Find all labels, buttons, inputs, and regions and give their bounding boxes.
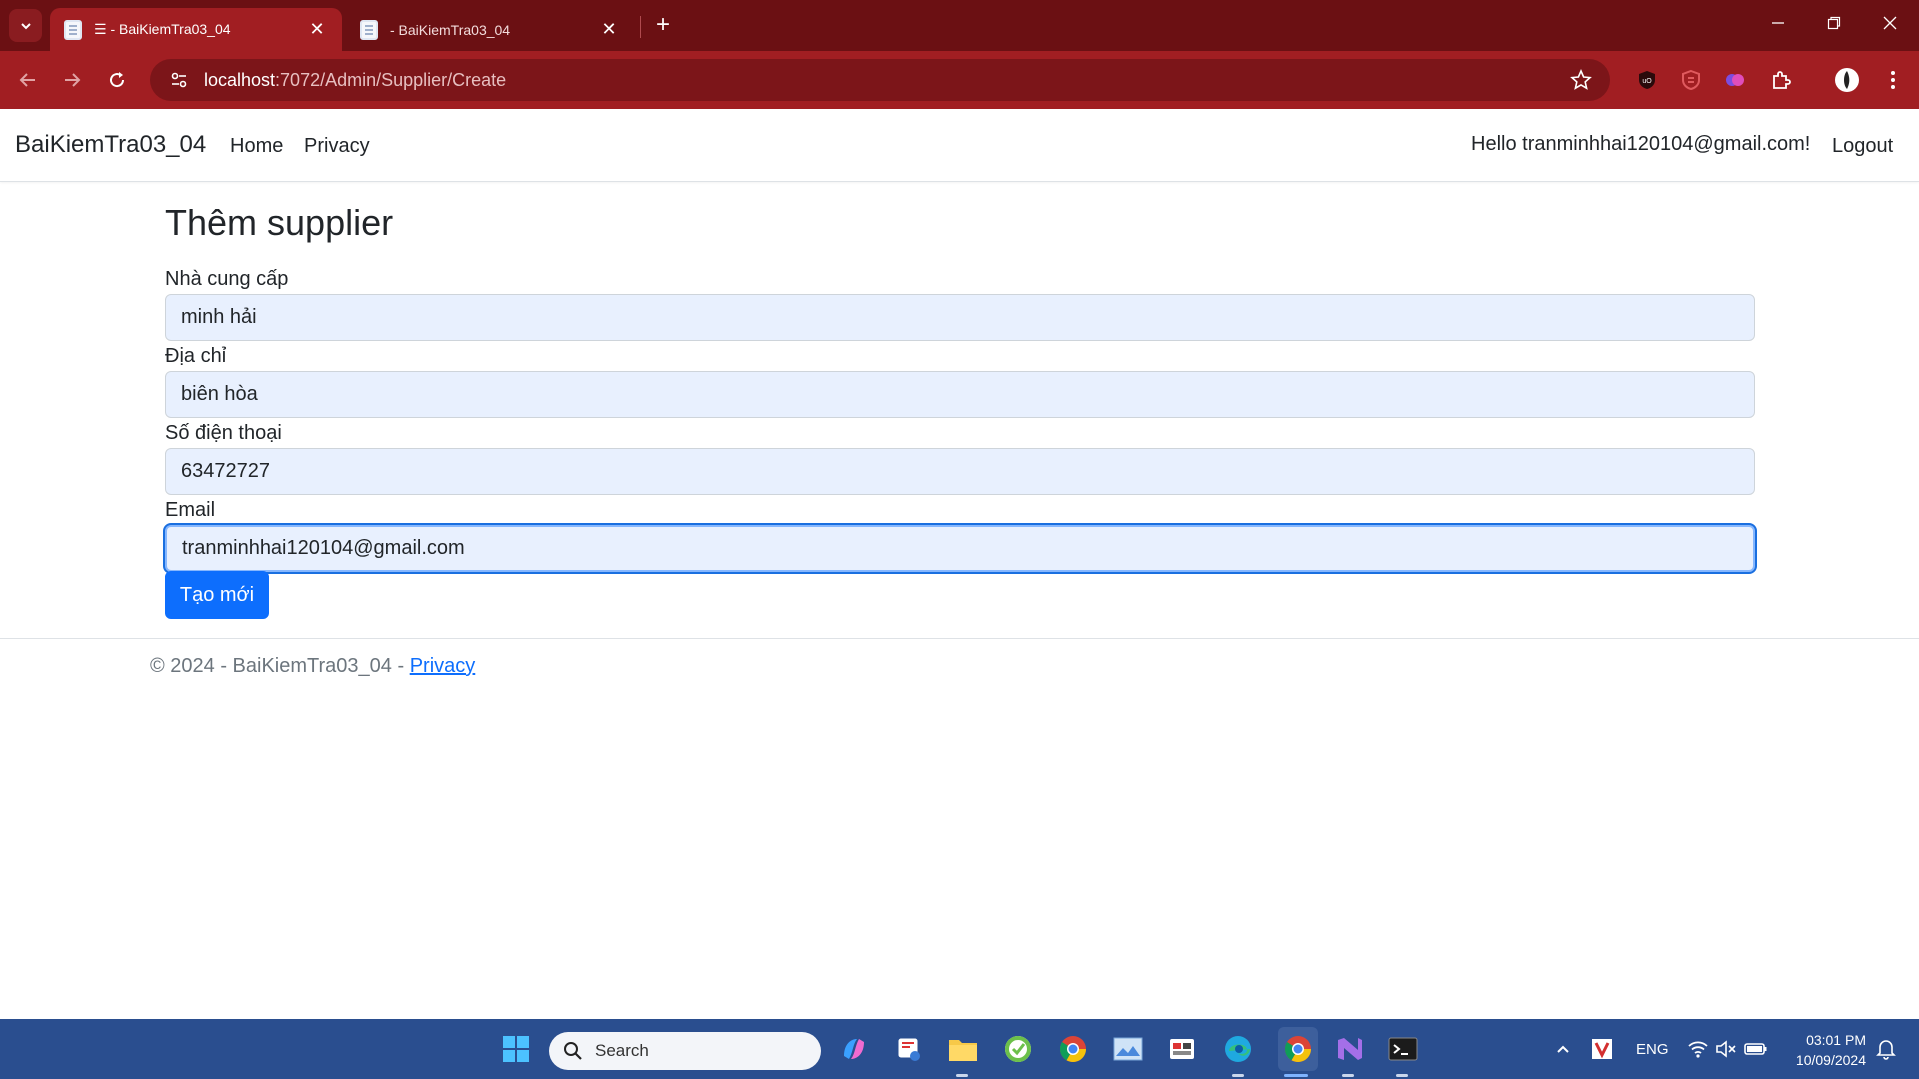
extensions-puzzle-icon[interactable] (1768, 67, 1794, 93)
back-icon[interactable] (12, 64, 44, 96)
forward-icon[interactable] (56, 64, 88, 96)
taskbar-active-indicator (1284, 1074, 1308, 1077)
app-green-icon[interactable] (1002, 1033, 1034, 1065)
terminal-icon[interactable] (1387, 1033, 1419, 1065)
tab-title: ☰ - BaiKiemTra03_04 (94, 21, 231, 37)
bookmark-star-icon[interactable] (1570, 68, 1592, 91)
footer-privacy-link[interactable]: Privacy (410, 655, 476, 677)
footer-copyright: © 2024 - BaiKiemTra03_04 - (150, 655, 410, 677)
tab-inactive[interactable]: - BaiKiemTra03_04 ✕ (346, 8, 634, 51)
supplier-name-input[interactable] (165, 294, 1755, 341)
profile-avatar-icon[interactable] (1834, 67, 1860, 93)
taskbar-running-indicator (1342, 1074, 1354, 1077)
reload-icon[interactable] (101, 64, 133, 96)
minimize-icon[interactable] (1750, 8, 1806, 40)
close-icon[interactable] (1862, 8, 1918, 40)
tab-active[interactable]: ☰ - BaiKiemTra03_04 ✕ (50, 8, 342, 51)
taskbar-running-indicator (1396, 1074, 1408, 1077)
address-label: Địa chỉ (165, 345, 227, 367)
tab-close-icon[interactable]: ✕ (598, 19, 620, 40)
clock-date[interactable]: 10/09/2024 (1786, 1052, 1866, 1068)
footer-text: © 2024 - BaiKiemTra03_04 - Privacy (150, 655, 475, 678)
user-greeting[interactable]: Hello tranminhhai120104@gmail.com! (1471, 133, 1810, 156)
nav-link-privacy[interactable]: Privacy (304, 135, 370, 158)
notification-bell-icon[interactable] (1870, 1033, 1902, 1065)
nav-link-home[interactable]: Home (230, 135, 283, 158)
photo-viewer-icon[interactable] (1112, 1033, 1144, 1065)
battery-icon[interactable] (1740, 1033, 1772, 1065)
phone-input[interactable] (165, 448, 1755, 495)
logout-button[interactable]: Logout (1832, 135, 1893, 158)
tab-search-button[interactable] (9, 9, 42, 42)
page-footer: © 2024 - BaiKiemTra03_04 - Privacy (0, 638, 1919, 686)
tab-separator (640, 16, 641, 38)
app-navbar: BaiKiemTra03_04 Home Privacy Hello tranm… (0, 109, 1919, 182)
email-input[interactable] (165, 525, 1755, 572)
taskbar-search-box[interactable]: Search (549, 1032, 821, 1070)
chrome-dev-active-icon[interactable] (1278, 1027, 1318, 1071)
brain-extension-icon[interactable] (1722, 67, 1748, 93)
edge-icon[interactable] (1222, 1033, 1254, 1065)
visual-studio-icon[interactable] (1333, 1033, 1365, 1065)
taskbar-search-placeholder: Search (595, 1041, 649, 1060)
ublock-extension-icon[interactable]: uO (1634, 67, 1660, 93)
restore-icon[interactable] (1806, 8, 1862, 40)
app-grid-icon[interactable] (1166, 1033, 1198, 1065)
page-favicon-icon (360, 19, 378, 40)
new-tab-button[interactable]: + (648, 10, 678, 40)
windows-taskbar: Search ENG 03:01 PM 10/09/2024 (0, 1019, 1919, 1079)
tray-chevron-up-icon[interactable] (1547, 1033, 1579, 1065)
address-input[interactable] (165, 371, 1755, 418)
url-host: localhost (204, 69, 276, 90)
browser-tab-strip: ☰ - BaiKiemTra03_04 ✕ - BaiKiemTra03_04 … (0, 0, 1919, 51)
url-path: :7072/Admin/Supplier/Create (275, 69, 507, 90)
phone-label: Số điện thoại (165, 422, 282, 444)
windows-start-icon[interactable] (500, 1033, 532, 1065)
page-title: Thêm supplier (165, 202, 394, 243)
create-button[interactable]: Tạo mới (165, 571, 269, 619)
site-info-icon[interactable] (168, 69, 190, 91)
clock-time[interactable]: 03:01 PM (1800, 1032, 1866, 1048)
chevron-down-icon (20, 22, 31, 29)
tab-title: - BaiKiemTra03_04 (390, 21, 511, 38)
taskbar-running-indicator (1232, 1074, 1244, 1077)
snipping-tool-icon[interactable] (893, 1033, 925, 1065)
file-explorer-icon[interactable] (947, 1033, 979, 1065)
page-favicon-icon (64, 19, 82, 40)
chrome-icon[interactable] (1057, 1033, 1089, 1065)
browser-menu-icon[interactable] (1880, 67, 1906, 93)
volume-muted-icon[interactable] (1710, 1033, 1742, 1065)
tray-app-icon[interactable] (1586, 1033, 1618, 1065)
supplier-name-label: Nhà cung cấp (165, 268, 289, 290)
copilot-icon[interactable] (838, 1033, 870, 1065)
email-label: Email (165, 499, 216, 521)
svg-text:uO: uO (1642, 78, 1652, 85)
browser-toolbar: localhost:7072/Admin/Supplier/Create uO (0, 51, 1919, 109)
search-icon (564, 1042, 582, 1060)
navbar-brand[interactable]: BaiKiemTra03_04 (15, 131, 206, 159)
taskbar-running-indicator (956, 1074, 968, 1077)
shield-extension-icon[interactable] (1678, 67, 1704, 93)
language-indicator[interactable]: ENG (1636, 1041, 1669, 1058)
tab-close-icon[interactable]: ✕ (306, 19, 328, 40)
address-bar[interactable]: localhost:7072/Admin/Supplier/Create (150, 59, 1610, 101)
